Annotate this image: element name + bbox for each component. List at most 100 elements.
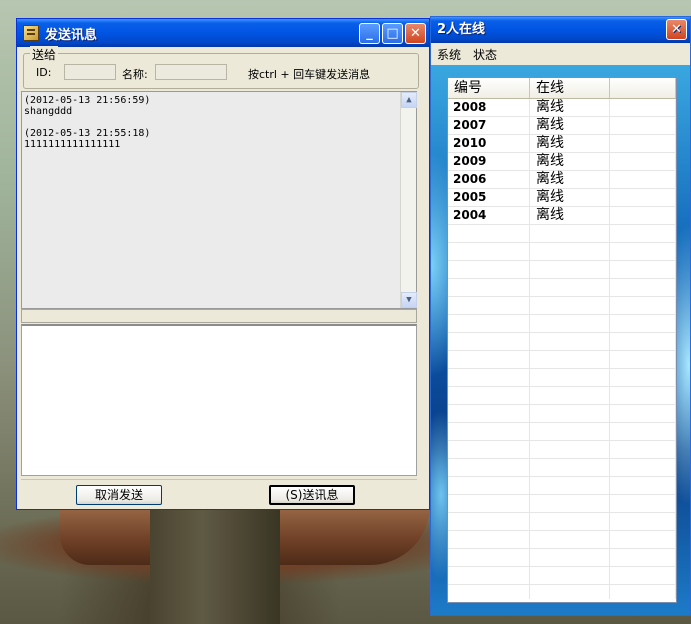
empty-row bbox=[448, 495, 676, 513]
row-cell-status: 离线 bbox=[530, 171, 610, 188]
row-cell-status: 离线 bbox=[530, 189, 610, 206]
close-button[interactable]: ✕ bbox=[666, 19, 687, 40]
row-cell-extra bbox=[610, 459, 676, 476]
row-cell-extra bbox=[610, 261, 676, 278]
row-cell-id: 2004 bbox=[448, 207, 530, 224]
row-cell-id: 2007 bbox=[448, 117, 530, 134]
row-cell-empty bbox=[530, 315, 610, 332]
send-to-legend: 送给 bbox=[30, 46, 59, 63]
empty-row bbox=[448, 405, 676, 423]
row-cell-extra bbox=[610, 549, 676, 566]
row-cell-extra bbox=[610, 351, 676, 368]
row-cell-status: 离线 bbox=[530, 207, 610, 224]
send-message-button[interactable]: (S)送讯息 bbox=[269, 485, 355, 505]
row-cell-extra bbox=[610, 531, 676, 548]
row-cell-extra bbox=[610, 477, 676, 494]
row-cell-empty bbox=[448, 549, 530, 566]
row-cell-extra bbox=[610, 189, 676, 206]
scroll-down-arrow-icon[interactable]: ▼ bbox=[401, 292, 417, 308]
cancel-send-button[interactable]: 取消发送 bbox=[76, 485, 162, 505]
table-row[interactable]: 2006 离线 bbox=[448, 171, 676, 189]
row-cell-empty bbox=[448, 387, 530, 404]
message-history[interactable]: (2012-05-13 21:56:59) shangddd (2012-05-… bbox=[21, 91, 417, 309]
window-title: 发送讯息 bbox=[45, 27, 98, 43]
table-row[interactable]: 2005 离线 bbox=[448, 189, 676, 207]
row-cell-extra bbox=[610, 585, 676, 599]
row-cell-extra bbox=[610, 387, 676, 404]
row-cell-empty bbox=[530, 477, 610, 494]
window-controls: _ □ ✕ bbox=[359, 23, 426, 44]
empty-row bbox=[448, 441, 676, 459]
row-cell-empty bbox=[530, 279, 610, 296]
row-cell-empty bbox=[530, 297, 610, 314]
list-body: 2008 离线 2007 离线 2010 离线 2009 离线 2006 离线 2005 离线 2004… bbox=[448, 99, 676, 599]
empty-row bbox=[448, 333, 676, 351]
send-to-group: 送给 ID: 名称: 按ctrl + 回车键发送消息 bbox=[23, 46, 419, 89]
row-cell-empty bbox=[448, 261, 530, 278]
row-cell-empty bbox=[530, 495, 610, 512]
row-cell-extra bbox=[610, 135, 676, 152]
empty-row bbox=[448, 585, 676, 599]
empty-row bbox=[448, 261, 676, 279]
row-cell-empty bbox=[448, 477, 530, 494]
table-row[interactable]: 2009 离线 bbox=[448, 153, 676, 171]
empty-row bbox=[448, 513, 676, 531]
row-cell-extra bbox=[610, 171, 676, 188]
row-cell-extra bbox=[610, 243, 676, 260]
maximize-button[interactable]: □ bbox=[382, 23, 403, 44]
scroll-up-arrow-icon[interactable]: ▲ bbox=[401, 92, 417, 108]
row-cell-empty bbox=[530, 387, 610, 404]
id-label: ID: bbox=[36, 66, 52, 79]
row-cell-empty bbox=[448, 567, 530, 584]
row-cell-id: 2010 bbox=[448, 135, 530, 152]
row-cell-empty bbox=[530, 531, 610, 548]
empty-row bbox=[448, 369, 676, 387]
table-row[interactable]: 2004 离线 bbox=[448, 207, 676, 225]
row-cell-empty bbox=[530, 459, 610, 476]
row-cell-id: 2006 bbox=[448, 171, 530, 188]
row-cell-empty bbox=[530, 261, 610, 278]
row-cell-empty bbox=[448, 225, 530, 242]
history-time: (2012-05-13 21:56:59) bbox=[24, 95, 151, 106]
empty-row bbox=[448, 225, 676, 243]
minimize-button[interactable]: _ bbox=[359, 23, 380, 44]
table-row[interactable]: 2008 离线 bbox=[448, 99, 676, 117]
column-header-id[interactable]: 编号 bbox=[448, 78, 530, 98]
history-scrollbar[interactable]: ▲ ▼ bbox=[400, 92, 417, 308]
menu-system[interactable]: 系统 bbox=[431, 46, 467, 63]
row-cell-empty bbox=[448, 297, 530, 314]
row-cell-empty bbox=[530, 351, 610, 368]
menu-status[interactable]: 状态 bbox=[467, 46, 503, 63]
table-row[interactable]: 2010 离线 bbox=[448, 135, 676, 153]
user-list[interactable]: 编号 在线 2008 离线 2007 离线 2010 离线 2009 离线 2006 离线 2005… bbox=[447, 77, 677, 603]
empty-row bbox=[448, 243, 676, 261]
history-text: 1111111111111111 bbox=[24, 139, 121, 150]
row-cell-empty bbox=[448, 351, 530, 368]
row-cell-extra bbox=[610, 207, 676, 224]
button-bar: 取消发送 (S)送讯息 bbox=[21, 479, 417, 508]
row-cell-status: 离线 bbox=[530, 153, 610, 170]
row-cell-extra bbox=[610, 423, 676, 440]
id-field[interactable] bbox=[64, 64, 116, 80]
row-cell-empty bbox=[530, 567, 610, 584]
title-bar[interactable]: 2人在线 ✕ bbox=[431, 17, 690, 43]
title-bar[interactable]: 发送讯息 _ □ ✕ bbox=[17, 19, 429, 47]
row-cell-empty bbox=[448, 585, 530, 599]
row-cell-extra bbox=[610, 297, 676, 314]
desktop-wallpaper-trunk bbox=[150, 500, 280, 624]
column-header-empty[interactable] bbox=[610, 78, 676, 98]
close-button[interactable]: ✕ bbox=[405, 23, 426, 44]
row-cell-empty bbox=[448, 441, 530, 458]
table-row[interactable]: 2007 离线 bbox=[448, 117, 676, 135]
name-field[interactable] bbox=[155, 64, 227, 80]
row-cell-empty bbox=[530, 441, 610, 458]
column-header-online[interactable]: 在线 bbox=[530, 78, 610, 98]
row-cell-empty bbox=[448, 405, 530, 422]
row-cell-empty bbox=[448, 279, 530, 296]
pane-splitter[interactable] bbox=[21, 309, 417, 323]
row-cell-extra bbox=[610, 153, 676, 170]
row-cell-empty bbox=[448, 333, 530, 350]
compose-input[interactable] bbox=[21, 324, 417, 476]
app-icon bbox=[23, 25, 39, 41]
row-cell-empty bbox=[530, 549, 610, 566]
